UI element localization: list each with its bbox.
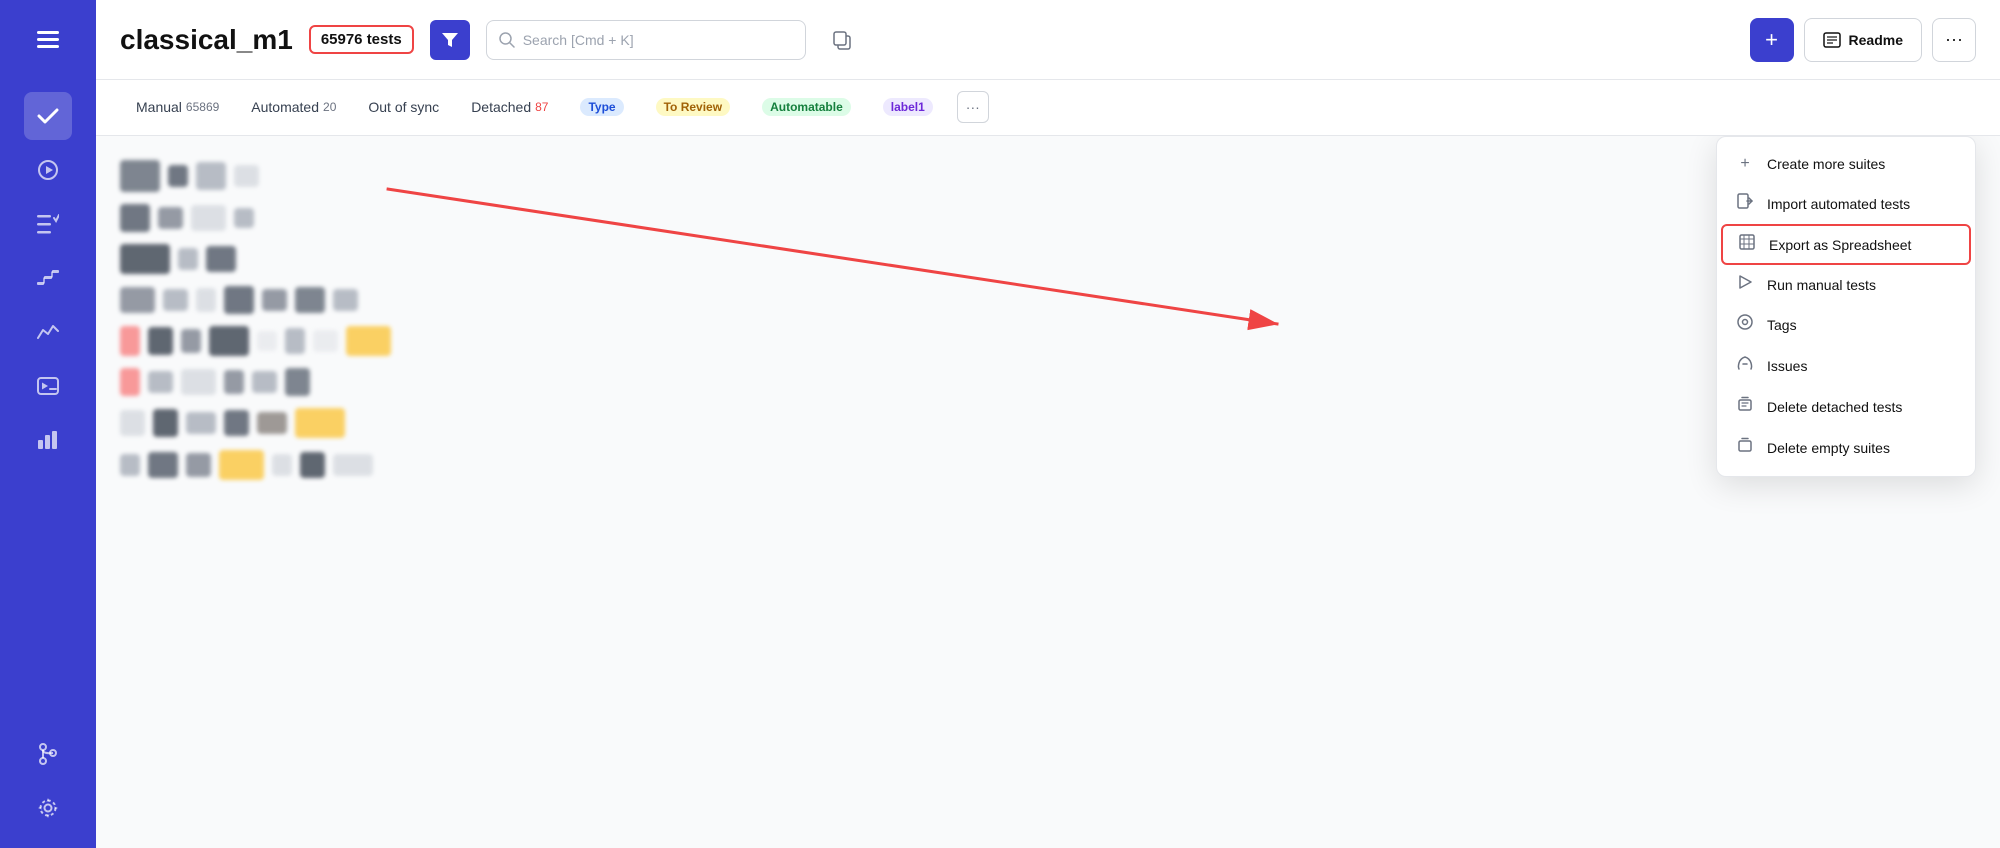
create-suites-item[interactable]: + Create more suites bbox=[1717, 145, 1975, 183]
steps-icon[interactable] bbox=[24, 254, 72, 302]
tab-out-of-sync[interactable]: Out of sync bbox=[352, 80, 455, 136]
issues-icon bbox=[1735, 355, 1755, 376]
content-row bbox=[120, 244, 1976, 274]
sidebar bbox=[0, 0, 96, 848]
spreadsheet-icon bbox=[1737, 234, 1757, 255]
filter-button[interactable] bbox=[430, 20, 470, 60]
readme-button[interactable]: Readme bbox=[1804, 18, 1922, 62]
tab-detached[interactable]: Detached 87 bbox=[455, 80, 564, 136]
tabs-bar: Manual 65869 Automated 20 Out of sync De… bbox=[96, 80, 2000, 136]
analytics-icon[interactable] bbox=[24, 308, 72, 356]
import-tests-item[interactable]: Import automated tests bbox=[1717, 183, 1975, 224]
tab-automatable[interactable]: Automatable bbox=[746, 80, 867, 136]
play-icon[interactable] bbox=[24, 146, 72, 194]
plus-icon: + bbox=[1735, 155, 1755, 173]
delete-empty-item[interactable]: Delete empty suites bbox=[1717, 427, 1975, 468]
check-icon[interactable] bbox=[24, 92, 72, 140]
issues-item[interactable]: Issues bbox=[1717, 345, 1975, 386]
tab-automated[interactable]: Automated 20 bbox=[235, 80, 352, 136]
blurred-content bbox=[96, 136, 2000, 504]
tab-manual[interactable]: Manual 65869 bbox=[120, 80, 235, 136]
run-manual-tests-item[interactable]: Run manual tests bbox=[1717, 265, 1975, 304]
import-icon bbox=[1735, 193, 1755, 214]
chart-icon[interactable] bbox=[24, 416, 72, 464]
content-row bbox=[120, 450, 1976, 480]
tab-label1[interactable]: label1 bbox=[867, 80, 949, 136]
header: classical_m1 65976 tests Search [Cmd + K… bbox=[96, 0, 2000, 80]
content-row bbox=[120, 368, 1976, 396]
settings-icon[interactable] bbox=[24, 784, 72, 832]
content-row bbox=[120, 204, 1976, 232]
branch-icon[interactable] bbox=[24, 730, 72, 778]
tab-more[interactable]: ··· bbox=[949, 80, 997, 136]
menu-icon[interactable] bbox=[24, 16, 72, 64]
tags-icon bbox=[1735, 314, 1755, 335]
content-row bbox=[120, 326, 1976, 356]
content-row bbox=[120, 408, 1976, 438]
content-row bbox=[120, 286, 1976, 314]
tab-type[interactable]: Type bbox=[564, 80, 639, 136]
header-actions: + Readme ··· bbox=[1750, 18, 1976, 62]
content-area: + Create more suites Import automated te… bbox=[96, 136, 2000, 848]
readme-label: Readme bbox=[1849, 32, 1903, 48]
content-row bbox=[120, 160, 1976, 192]
delete-detached-icon bbox=[1735, 396, 1755, 417]
tags-item[interactable]: Tags bbox=[1717, 304, 1975, 345]
tab-to-review[interactable]: To Review bbox=[640, 80, 746, 136]
delete-detached-item[interactable]: Delete detached tests bbox=[1717, 386, 1975, 427]
delete-empty-icon bbox=[1735, 437, 1755, 458]
search-bar[interactable]: Search [Cmd + K] bbox=[486, 20, 806, 60]
main-content: classical_m1 65976 tests Search [Cmd + K… bbox=[96, 0, 2000, 848]
test-count-badge[interactable]: 65976 tests bbox=[309, 25, 414, 54]
copy-button[interactable] bbox=[822, 20, 862, 60]
project-title: classical_m1 bbox=[120, 24, 293, 56]
export-spreadsheet-item[interactable]: Export as Spreadsheet bbox=[1721, 224, 1971, 265]
more-button[interactable]: ··· bbox=[1932, 18, 1976, 62]
add-button[interactable]: + bbox=[1750, 18, 1794, 62]
search-placeholder: Search [Cmd + K] bbox=[523, 32, 634, 48]
list-check-icon[interactable] bbox=[24, 200, 72, 248]
dropdown-menu: + Create more suites Import automated te… bbox=[1716, 136, 1976, 477]
terminal-icon[interactable] bbox=[24, 362, 72, 410]
run-icon bbox=[1735, 275, 1755, 294]
